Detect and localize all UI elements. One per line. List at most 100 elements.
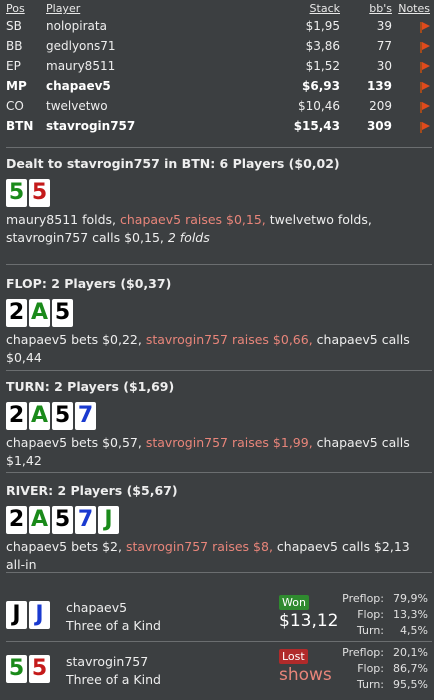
red-flag-icon[interactable] — [418, 101, 430, 113]
divider — [6, 641, 432, 642]
action-text: twelvetwo folds, — [269, 212, 372, 227]
player-bbs: 139 — [366, 79, 392, 93]
player-position: MP — [6, 79, 27, 93]
player-row[interactable]: BB gedlyons71 $3,86 77 — [6, 37, 430, 57]
playing-card: 5 — [6, 179, 27, 207]
red-flag-icon[interactable] — [418, 61, 430, 73]
flop-heading: FLOP: 2 Players ($0,37) — [6, 276, 172, 291]
flop-actions: chapaev5 bets $0,22, stavrogin757 raises… — [6, 331, 430, 367]
playing-card: 5 — [52, 299, 73, 327]
preflop-heading: Dealt to stavrogin757 in BTN: 6 Players … — [6, 156, 340, 171]
player-stack: $1,95 — [305, 19, 340, 33]
player-notes — [392, 117, 430, 137]
player-notes — [392, 97, 430, 117]
playing-card: J — [98, 506, 119, 534]
action-text: stavrogin757 raises $1,99, — [145, 435, 317, 450]
shows-label: shows — [279, 665, 332, 685]
action-text: chapaev5 bets $0,57, — [6, 435, 146, 450]
red-flag-icon[interactable] — [418, 21, 430, 33]
header-player[interactable]: Player — [46, 2, 246, 17]
showdown-cards: 55 — [6, 655, 50, 683]
player-row[interactable]: CO twelvetwo $10,46 209 — [6, 97, 430, 117]
equity-street-label: Flop: — [357, 662, 384, 675]
playing-card: J — [6, 601, 27, 629]
flop-section: FLOP: 2 Players ($0,37) 2A5 chapaev5 bet… — [6, 276, 430, 367]
turn-section: TURN: 2 Players ($1,69) 2A57 chapaev5 be… — [6, 379, 430, 470]
equity-row: Preflop: 20,1% — [328, 645, 428, 661]
action-text: chapaev5 raises $0,15, — [120, 212, 270, 227]
result-player-name: stavrogin757 — [66, 654, 149, 669]
playing-card: 2 — [6, 299, 27, 327]
preflop-actions: maury8511 folds, chapaev5 raises $0,15, … — [6, 211, 430, 247]
hole-cards: 55 — [6, 179, 430, 207]
players-table: Pos Player Stack bb's Notes SB nolopirata… — [6, 2, 430, 137]
preflop-section: Dealt to stavrogin757 in BTN: 6 Players … — [6, 156, 430, 247]
player-stack: $1,52 — [305, 59, 340, 73]
result-player-info: stavrogin757 Three of a Kind — [66, 653, 161, 689]
header-stack[interactable]: Stack — [246, 2, 340, 17]
equity-value: 86,7% — [393, 662, 428, 675]
result-hand-rank: Three of a Kind — [66, 672, 161, 687]
result-row-loser: 55 stavrogin757 Three of a Kind Lost sho… — [6, 645, 430, 693]
header-bbs[interactable]: bb's — [340, 2, 392, 17]
player-position: BTN — [6, 119, 34, 133]
player-name: maury8511 — [46, 59, 116, 73]
won-badge: Won — [279, 595, 309, 610]
player-name: stavrogin757 — [46, 119, 136, 133]
river-actions: chapaev5 bets $2, stavrogin757 raises $8… — [6, 538, 430, 574]
player-stack: $3,86 — [305, 39, 340, 53]
header-notes[interactable]: Notes — [392, 2, 430, 17]
playing-card: 5 — [6, 655, 27, 683]
red-flag-icon[interactable] — [418, 41, 430, 53]
playing-card: 5 — [52, 402, 73, 430]
player-name: nolopirata — [46, 19, 107, 33]
equity-street-label: Preflop: — [342, 646, 384, 659]
result-player-name: chapaev5 — [66, 600, 128, 615]
playing-card: A — [29, 402, 50, 430]
player-row[interactable]: BTN stavrogin757 $15,43 309 — [6, 117, 430, 137]
action-text: stavrogin757 raises $8, — [125, 539, 277, 554]
player-stack: $10,46 — [298, 99, 340, 113]
playing-card: 7 — [75, 402, 96, 430]
player-stack: $6,93 — [302, 79, 340, 93]
flop-cards: 2A5 — [6, 299, 430, 327]
equity-value: 79,9% — [393, 592, 428, 605]
equity-value: 13,3% — [393, 608, 428, 621]
turn-actions: chapaev5 bets $0,57, stavrogin757 raises… — [6, 434, 430, 470]
equity-street-label: Flop: — [357, 608, 384, 621]
playing-card: 7 — [75, 506, 96, 534]
player-notes — [392, 77, 430, 97]
player-position: SB — [6, 19, 22, 33]
header-pos[interactable]: Pos — [6, 2, 46, 17]
turn-heading: TURN: 2 Players ($1,69) — [6, 379, 175, 394]
playing-card: A — [29, 299, 50, 327]
player-notes — [392, 17, 430, 37]
player-bbs: 30 — [376, 59, 392, 73]
player-notes — [392, 37, 430, 57]
red-flag-icon[interactable] — [418, 121, 430, 133]
divider — [6, 572, 432, 573]
showdown-cards: JJ — [6, 601, 50, 629]
divider — [6, 370, 432, 371]
equity-value: 4,5% — [400, 624, 428, 637]
player-row[interactable]: SB nolopirata $1,95 39 — [6, 17, 430, 37]
action-text: chapaev5 bets $2, — [6, 539, 126, 554]
result-hand-rank: Three of a Kind — [66, 618, 161, 633]
playing-card: 5 — [29, 179, 50, 207]
equity-stats: Preflop: 20,1% Flop: 86,7% Turn: 95,5% — [328, 645, 428, 693]
playing-card: 2 — [6, 402, 27, 430]
red-flag-icon[interactable] — [418, 81, 430, 93]
playing-card: J — [29, 601, 50, 629]
player-stack: $15,43 — [293, 119, 340, 133]
equity-street-label: Turn: — [356, 624, 384, 637]
action-text: stavrogin757 calls $0,15, — [6, 230, 168, 245]
player-row[interactable]: MP chapaev5 $6,93 139 — [6, 77, 430, 97]
turn-cards: 2A57 — [6, 402, 430, 430]
divider — [6, 264, 432, 265]
player-row[interactable]: EP maury8511 $1,52 30 — [6, 57, 430, 77]
equity-row: Turn: 4,5% — [328, 623, 428, 639]
equity-street-label: Turn: — [356, 678, 384, 691]
river-heading: RIVER: 2 Players ($5,67) — [6, 483, 178, 498]
player-bbs: 77 — [376, 39, 392, 53]
equity-row: Turn: 95,5% — [328, 677, 428, 693]
